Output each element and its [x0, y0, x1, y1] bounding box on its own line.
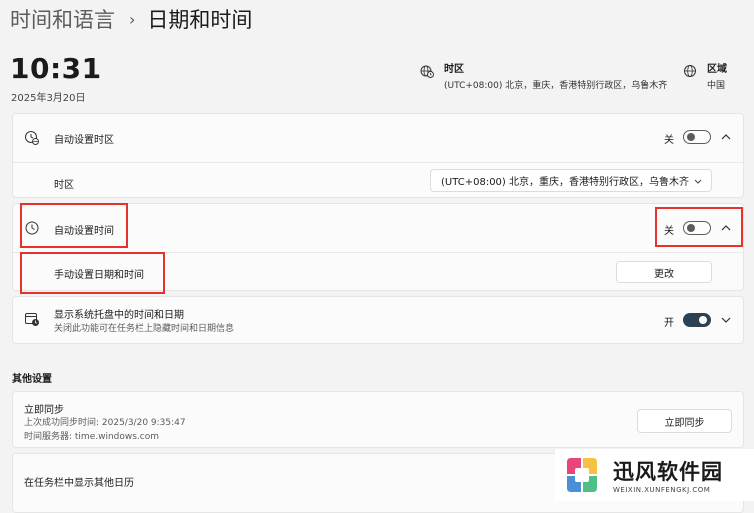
- watermark: 迅风软件园 WEIXIN.XUNFENGKJ.COM: [555, 449, 754, 501]
- globe-clock-icon: [420, 65, 434, 78]
- calendar-clock-icon: [25, 313, 39, 326]
- auto-timezone-state: 关: [664, 135, 674, 146]
- calendar-label[interactable]: 在任务栏中显示其他日历: [24, 474, 134, 489]
- watermark-url: WEIXIN.XUNFENGKJ.COM: [613, 486, 711, 494]
- tray-time-toggle[interactable]: [683, 313, 711, 327]
- timezone-select-value: (UTC+08:00) 北京，重庆，香港特别行政区，乌鲁木齐: [441, 177, 690, 188]
- region-info-value: 中国: [707, 81, 726, 91]
- sync-now-button[interactable]: 立即同步: [637, 409, 732, 433]
- highlight-auto-time: [20, 203, 128, 248]
- timezone-clock-icon: [25, 131, 39, 145]
- breadcrumb-separator: ›: [129, 9, 136, 29]
- sync-label: 立即同步: [24, 405, 64, 416]
- toggle-knob: [687, 133, 695, 141]
- change-time-button[interactable]: 更改: [616, 261, 712, 283]
- timezone-info: 时区 (UTC+08:00) 北京，重庆，香港特别行政区，乌鲁木齐: [420, 60, 667, 91]
- tray-time-sub: 关闭此功能可在任务栏上隐藏时间和日期信息: [54, 324, 235, 334]
- page-title: 日期和时间: [147, 8, 253, 32]
- timezone-info-title: 时区: [444, 64, 464, 75]
- chevron-up-icon[interactable]: [719, 130, 733, 144]
- divider: [13, 162, 743, 163]
- highlight-manual-time: [20, 252, 165, 294]
- sync-last-time: 上次成功同步时间: 2025/3/20 9:35:47: [24, 418, 186, 428]
- timezone-info-value: (UTC+08:00) 北京，重庆，香港特别行政区，乌鲁木齐: [444, 81, 668, 91]
- tray-time-label: 显示系统托盘中的时间和日期: [54, 310, 184, 321]
- current-date: 2025年3月20日: [11, 93, 86, 104]
- tray-time-state: 开: [664, 318, 674, 329]
- breadcrumb-parent[interactable]: 时间和语言: [10, 4, 115, 34]
- highlight-auto-time-toggle: [655, 207, 743, 247]
- sync-server: 时间服务器: time.windows.com: [24, 432, 160, 442]
- auto-timezone-toggle[interactable]: [683, 130, 711, 144]
- toggle-knob: [699, 316, 707, 324]
- watermark-name: 迅风软件园: [613, 460, 723, 484]
- chevron-down-icon[interactable]: [719, 313, 733, 327]
- watermark-logo: [567, 458, 597, 492]
- chevron-down-icon: [694, 179, 702, 184]
- current-time: 10:31: [10, 52, 102, 85]
- timezone-row-label: 时区: [54, 180, 74, 191]
- timezone-select[interactable]: (UTC+08:00) 北京，重庆，香港特别行政区，乌鲁木齐: [430, 169, 712, 192]
- region-info-title: 区域: [707, 64, 727, 75]
- auto-timezone-label: 自动设置时区: [54, 135, 114, 146]
- region-info: 区域 中国: [683, 60, 727, 91]
- other-settings-title: 其他设置: [12, 374, 52, 385]
- globe-icon: [684, 65, 696, 77]
- breadcrumb: 时间和语言 › 日期和时间: [10, 4, 252, 34]
